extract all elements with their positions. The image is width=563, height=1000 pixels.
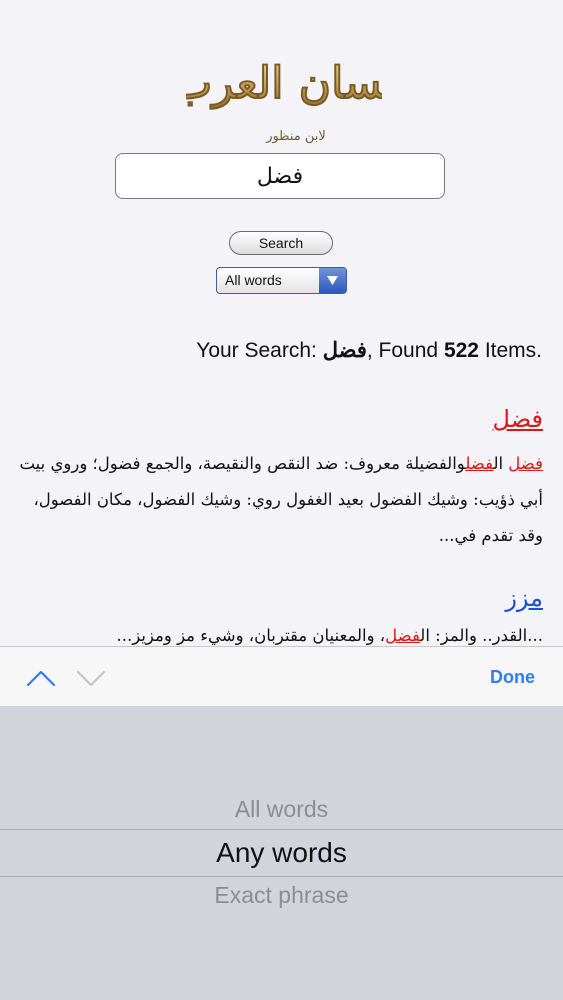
summary-query: فضل: [322, 339, 367, 362]
summary-suffix: Items.: [478, 339, 542, 362]
dropdown-arrow: [319, 268, 346, 293]
search-mode-value: All words: [225, 272, 282, 288]
search-input-value: فضل: [256, 163, 304, 189]
snippet-text: ...القدر.. والمز: ال: [420, 626, 543, 645]
snippet-highlight: فضل: [508, 454, 543, 473]
picker-option-any-words[interactable]: Any words: [0, 837, 563, 869]
done-button[interactable]: Done: [490, 667, 535, 688]
result-snippet: فضل الفضلوالفضيلة معروف: ضد النقص والنقي…: [13, 446, 543, 554]
svg-text:لابن منظور: لابن منظور: [265, 129, 326, 144]
search-page: لسان العرب لابن منظور فضل Search All wor…: [0, 0, 563, 646]
snippet-highlight: فضل: [385, 626, 421, 645]
picker-option-all-words[interactable]: All words: [0, 796, 563, 823]
keyboard-accessory-toolbar: Done: [0, 646, 563, 706]
search-input[interactable]: فضل: [115, 153, 445, 199]
summary-prefix: Your Search:: [196, 339, 323, 362]
result-snippet: ...القدر.. والمز: الفضل، والمعنيان مقترب…: [13, 618, 543, 646]
chevron-up-icon: [26, 670, 56, 687]
snippet-text: ال: [493, 454, 509, 473]
search-button[interactable]: Search: [229, 231, 333, 255]
snippet-text: ، والمعنيان مقتربان، وشيء مز ومزيز...: [116, 626, 386, 645]
picker-option-exact-phrase[interactable]: Exact phrase: [0, 882, 563, 909]
results-summary: Your Search: فضل, Found 522 Items.: [196, 338, 542, 363]
next-field-button[interactable]: [76, 669, 106, 687]
result-title-link[interactable]: فضل: [493, 405, 543, 433]
result-title-link[interactable]: مزز: [505, 584, 543, 612]
chevron-down-icon: [76, 670, 106, 687]
search-mode-picker[interactable]: All words Any words Exact phrase: [0, 706, 563, 1000]
previous-field-button[interactable]: [26, 669, 56, 687]
app-logo: لسان العرب لابن منظور: [171, 52, 398, 148]
snippet-highlight: فضل: [465, 454, 494, 473]
summary-mid: , Found: [366, 339, 444, 362]
summary-count: 522: [443, 339, 479, 362]
svg-text:لسان العرب: لسان العرب: [186, 58, 382, 110]
search-mode-select[interactable]: All words: [216, 267, 347, 294]
triangle-down-icon: [327, 276, 338, 285]
